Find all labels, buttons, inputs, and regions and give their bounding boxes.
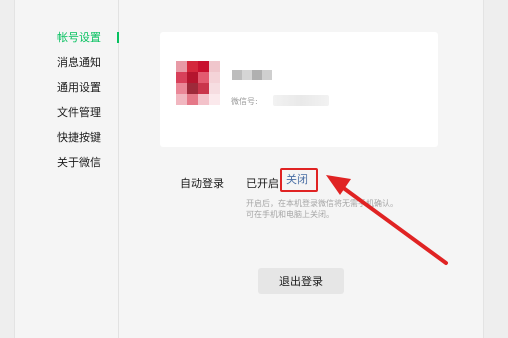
window-left-edge — [0, 0, 15, 338]
wechat-id-label: 微信号: — [231, 97, 258, 106]
settings-sidebar: 帐号设置 消息通知 通用设置 文件管理 快捷按键 关于微信 — [14, 0, 119, 338]
avatar[interactable] — [176, 61, 220, 105]
sidebar-item-about-wechat[interactable]: 关于微信 — [57, 156, 101, 170]
window-right-edge — [483, 0, 508, 338]
wechat-id-blurred — [273, 95, 329, 106]
sidebar-item-notifications[interactable]: 消息通知 — [57, 56, 101, 70]
account-card: 微信号: — [160, 32, 438, 147]
sidebar-item-file-management[interactable]: 文件管理 — [57, 106, 101, 120]
red-arrow-annotation-icon — [326, 175, 448, 265]
auto-login-label: 自动登录 — [180, 177, 224, 190]
close-auto-login-link[interactable]: 关闭 — [280, 168, 318, 192]
settings-window: 帐号设置 消息通知 通用设置 文件管理 快捷按键 关于微信 微信号: 自动登录 … — [0, 0, 508, 338]
active-indicator — [117, 32, 119, 43]
sidebar-item-shortcuts[interactable]: 快捷按键 — [57, 131, 101, 145]
logout-button[interactable]: 退出登录 — [258, 268, 344, 294]
sidebar-item-account-settings[interactable]: 帐号设置 — [57, 31, 101, 45]
sidebar-item-general-settings[interactable]: 通用设置 — [57, 81, 101, 95]
nickname-blurred — [232, 70, 272, 80]
auto-login-status: 已开启 — [246, 177, 279, 190]
